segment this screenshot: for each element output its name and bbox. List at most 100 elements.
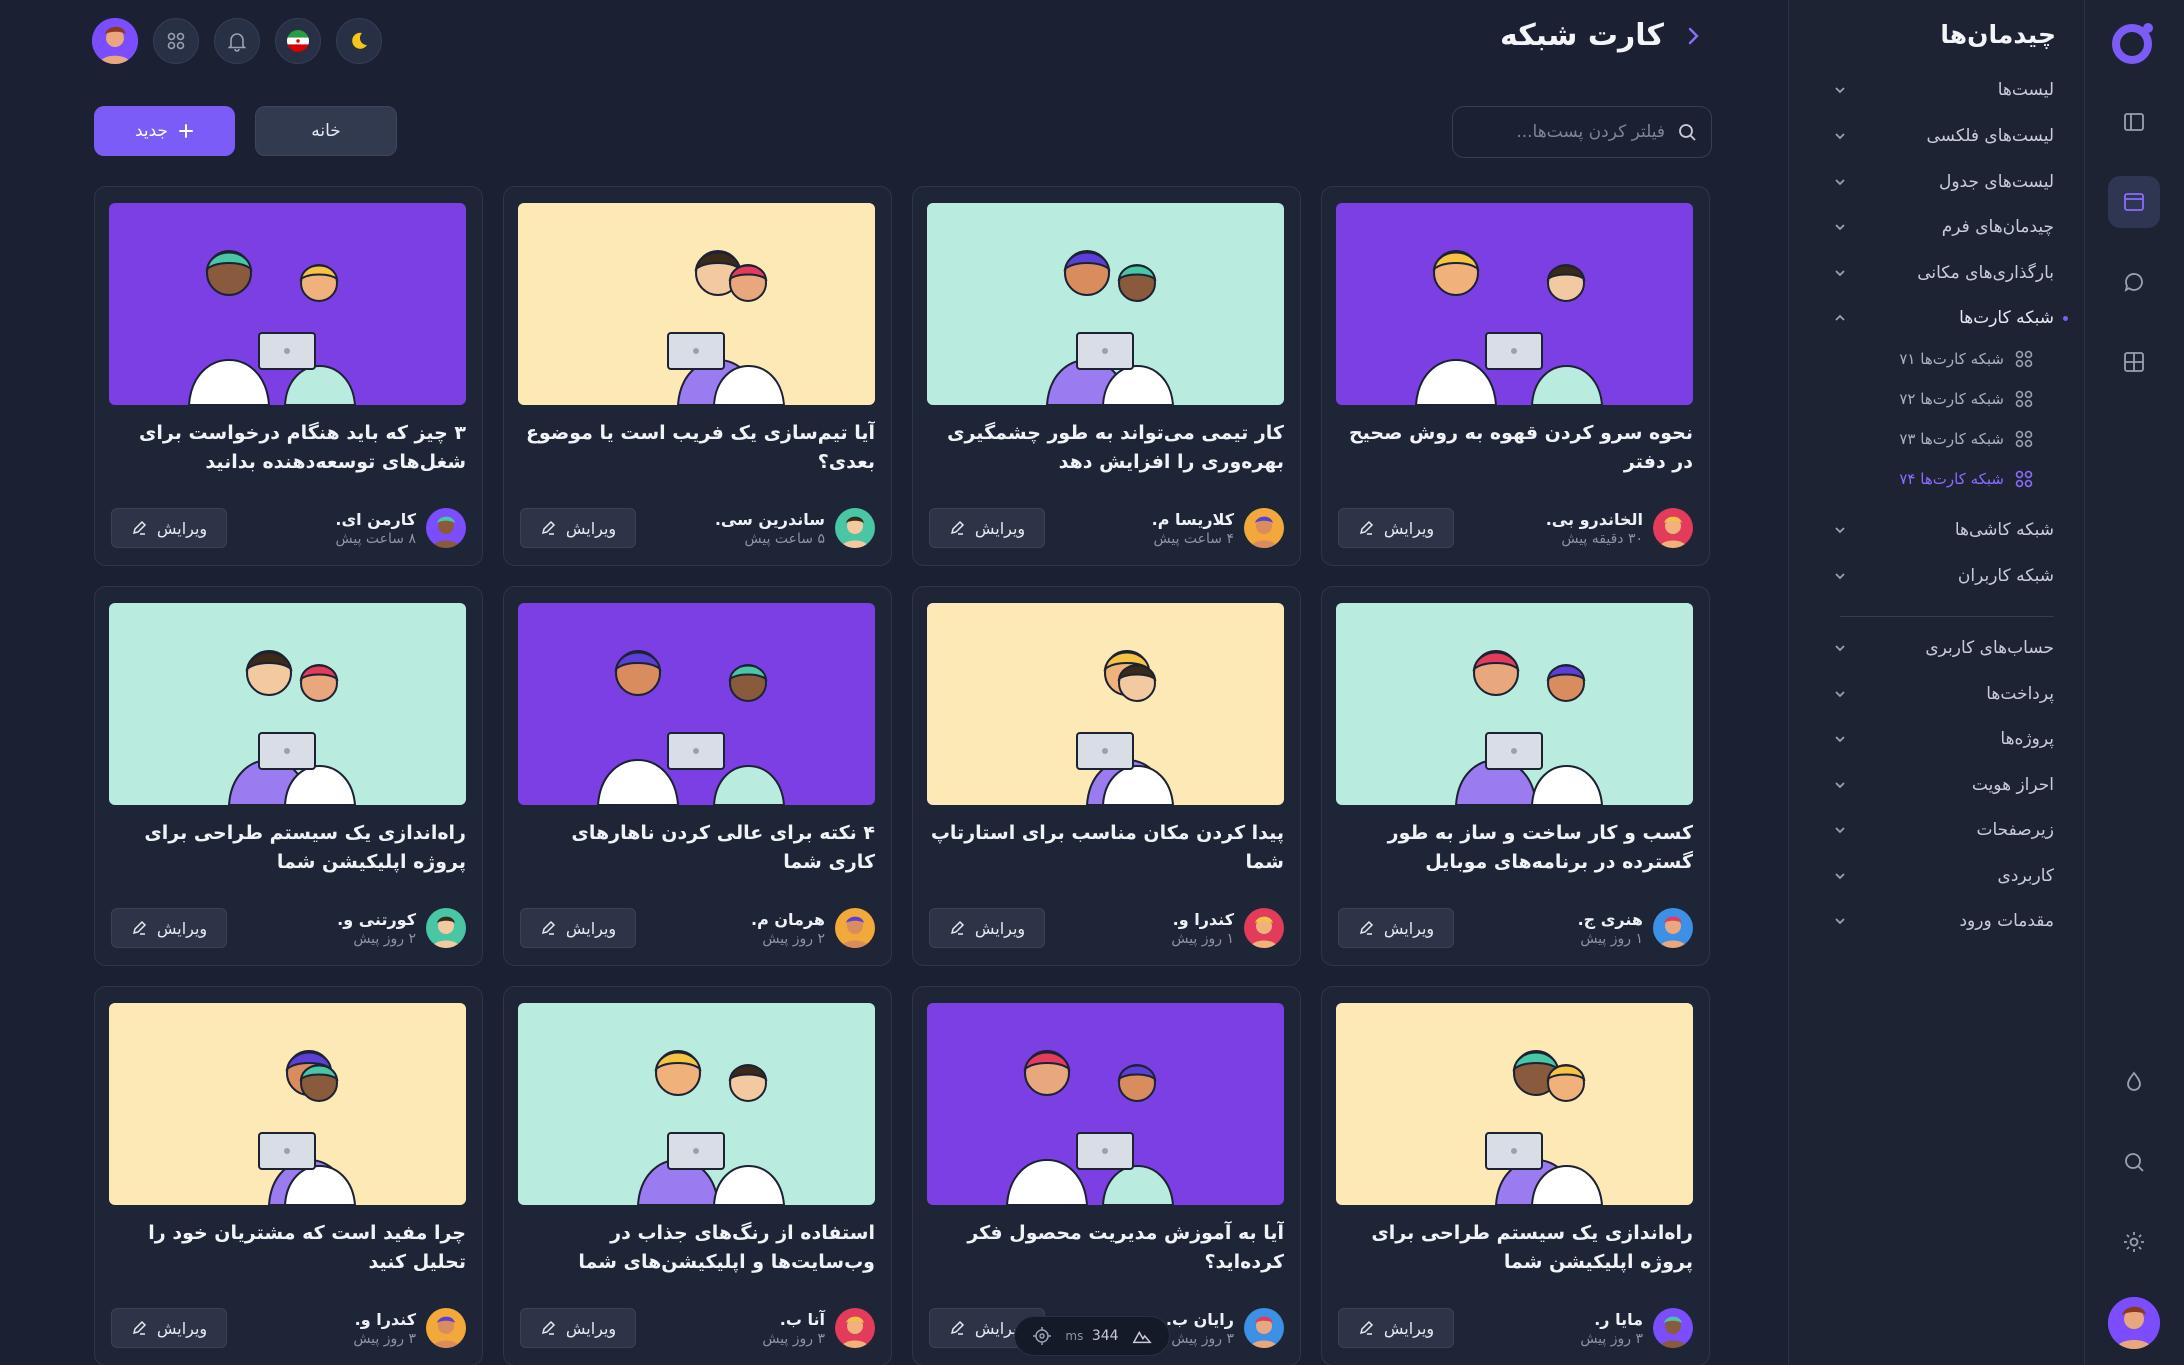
post-title[interactable]: ۳ چیز که باید هنگام درخواست برای شغل‌های…	[111, 419, 466, 477]
edit-button[interactable]: ویرایش	[1338, 1308, 1454, 1348]
post-time: ۱ روز پیش	[1580, 930, 1643, 947]
avatar[interactable]	[1653, 908, 1693, 948]
avatar[interactable]	[1244, 1308, 1284, 1348]
bell-icon[interactable]	[214, 18, 260, 64]
sub-item-card-grid-2[interactable]: شبکه کارت‌ها ۷۲	[1899, 382, 2034, 416]
menu-item-projects[interactable]: پروژه‌ها	[1832, 719, 2054, 759]
home-button[interactable]: خانه	[255, 106, 397, 156]
settings-gear-icon[interactable]	[2108, 1216, 2160, 1268]
sub-item-card-grid-1[interactable]: شبکه کارت‌ها ۷۱	[1899, 342, 2034, 376]
menu-item-card-grid[interactable]: شبکه کارت‌ها	[1832, 298, 2068, 338]
edit-button[interactable]: ویرایش	[929, 508, 1045, 548]
edit-button[interactable]: ویرایش	[111, 508, 227, 548]
flag-iran-icon[interactable]	[275, 18, 321, 64]
post-title[interactable]: کسب و کار ساخت و ساز به طور گسترده در بر…	[1338, 819, 1693, 877]
edit-button[interactable]: ویرایش	[520, 508, 636, 548]
post-title[interactable]: پیدا کردن مکان مناسب برای استارتاپ شما	[929, 819, 1284, 877]
menu-item-utility[interactable]: کاربردی	[1832, 856, 2054, 896]
avatar[interactable]	[92, 18, 138, 64]
sub-item-card-grid-3[interactable]: شبکه کارت‌ها ۷۳	[1899, 422, 2034, 456]
post-card[interactable]: آیا به آموزش مدیریت محصول فکر کرده‌اید؟ …	[912, 986, 1301, 1365]
post-title[interactable]: راه‌اندازی یک سیستم طراحی برای پروژه اپل…	[111, 819, 466, 877]
edit-button[interactable]: ویرایش	[111, 908, 227, 948]
app-logo-icon[interactable]	[2110, 18, 2158, 66]
post-title[interactable]: آیا به آموزش مدیریت محصول فکر کرده‌اید؟	[929, 1219, 1284, 1277]
menu-item-lists[interactable]: لیست‌ها	[1832, 70, 2054, 110]
avatar[interactable]	[1244, 908, 1284, 948]
post-card[interactable]: کسب و کار ساخت و ساز به طور گسترده در بر…	[1321, 586, 1710, 966]
search-icon[interactable]	[2108, 1136, 2160, 1188]
chat-icon[interactable]	[2108, 256, 2160, 308]
new-button[interactable]: جدید	[94, 106, 235, 156]
post-author: کلاریسا م. ۴ ساعت پیش	[1152, 508, 1284, 548]
pencil-icon	[541, 520, 555, 535]
menu-item-flex-lists[interactable]: لیست‌های فلکسی	[1832, 116, 2054, 156]
menu-item-payments[interactable]: پرداخت‌ها	[1832, 674, 2054, 714]
post-title[interactable]: کار تیمی می‌تواند به طور چشمگیری بهره‌ور…	[929, 419, 1284, 477]
moon-icon[interactable]	[336, 18, 382, 64]
post-title[interactable]: ۴ نکته برای عالی کردن ناهارهای کاری شما	[520, 819, 875, 877]
sidebar-toggle-icon[interactable]	[2108, 96, 2160, 148]
post-title[interactable]: آیا تیم‌سازی یک فریب است یا موضوع بعدی؟	[520, 419, 875, 477]
search-input[interactable]	[1475, 122, 1665, 142]
post-card[interactable]: پیدا کردن مکان مناسب برای استارتاپ شما ک…	[912, 586, 1301, 966]
menu-item-subpages[interactable]: زیرصفحات	[1832, 810, 2054, 850]
menu-item-user-grid[interactable]: شبکه کاربران	[1832, 556, 2054, 596]
menu-item-table-lists[interactable]: لیست‌های جدول	[1832, 162, 2054, 202]
sub-item-card-grid-4[interactable]: شبکه کارت‌ها ۷۴	[1899, 462, 2034, 496]
edit-button[interactable]: ویرایش	[929, 908, 1045, 948]
avatar[interactable]	[1653, 508, 1693, 548]
menu-item-form-layouts[interactable]: چیدمان‌های فرم	[1832, 207, 2054, 247]
chevron-down-icon	[1835, 224, 1845, 231]
post-card[interactable]: چرا مفید است که مشتریان خود را تحلیل کنی…	[94, 986, 483, 1365]
edit-button[interactable]: ویرایش	[1338, 508, 1454, 548]
target-icon[interactable]	[1032, 1326, 1052, 1346]
avatar[interactable]	[1653, 1308, 1693, 1348]
avatar[interactable]	[835, 1308, 875, 1348]
grid-icon[interactable]	[2108, 336, 2160, 388]
active-dot	[2063, 315, 2068, 321]
menu-item-auth[interactable]: احراز هویت	[1832, 765, 2054, 805]
chevron-down-icon	[1835, 87, 1845, 94]
edit-button[interactable]: ویرایش	[520, 908, 636, 948]
post-title[interactable]: استفاده از رنگ‌های جذاب در وب‌سایت‌ها و …	[520, 1219, 875, 1277]
post-card[interactable]: کار تیمی می‌تواند به طور چشمگیری بهره‌ور…	[912, 186, 1301, 566]
post-title[interactable]: چرا مفید است که مشتریان خود را تحلیل کنی…	[111, 1219, 466, 1277]
avatar[interactable]	[1244, 508, 1284, 548]
post-author: ساندرین سی. ۵ ساعت پیش	[715, 508, 875, 548]
nuxt-logo-icon[interactable]	[1132, 1326, 1152, 1346]
menu-item-placeholder-loads[interactable]: بارگذاری‌های مکانی	[1832, 253, 2054, 293]
post-card[interactable]: نحوه سرو کردن قهوه به روش صحیح در دفتر ا…	[1321, 186, 1710, 566]
menu-item-onboarding[interactable]: مقدمات ورود	[1832, 901, 2054, 941]
post-card[interactable]: راه‌اندازی یک سیستم طراحی برای پروژه اپل…	[94, 586, 483, 966]
post-author: هرمان م. ۲ روز پیش	[751, 908, 875, 948]
avatar[interactable]	[835, 508, 875, 548]
edit-button[interactable]: ویرایش	[1338, 908, 1454, 948]
edit-button[interactable]: ویرایش	[520, 1308, 636, 1348]
render-time: ms 344	[1065, 1328, 1119, 1344]
post-card[interactable]: ۴ نکته برای عالی کردن ناهارهای کاری شما …	[503, 586, 892, 966]
post-card[interactable]: راه‌اندازی یک سیستم طراحی برای پروژه اپل…	[1321, 986, 1710, 1365]
menu-item-tile-grid[interactable]: شبکه کاشی‌ها	[1832, 510, 2054, 550]
card-grid: نحوه سرو کردن قهوه به روش صحیح در دفتر ا…	[94, 186, 1710, 1365]
post-card[interactable]: استفاده از رنگ‌های جذاب در وب‌سایت‌ها و …	[503, 986, 892, 1365]
layouts-icon[interactable]	[2108, 176, 2160, 228]
avatar[interactable]	[426, 908, 466, 948]
grid-dots-icon	[2015, 470, 2033, 488]
chevron-down-icon	[1835, 918, 1845, 925]
search-box[interactable]	[1452, 106, 1712, 158]
drop-icon[interactable]	[2108, 1056, 2160, 1108]
avatar[interactable]	[426, 1308, 466, 1348]
dev-toolbar[interactable]: ms 344	[1014, 1316, 1170, 1356]
post-card[interactable]: ۳ چیز که باید هنگام درخواست برای شغل‌های…	[94, 186, 483, 566]
avatar[interactable]	[426, 508, 466, 548]
post-card[interactable]: آیا تیم‌سازی یک فریب است یا موضوع بعدی؟ …	[503, 186, 892, 566]
apps-grid-icon[interactable]	[153, 18, 199, 64]
edit-button[interactable]: ویرایش	[111, 1308, 227, 1348]
menu-item-accounts[interactable]: حساب‌های کاربری	[1832, 628, 2054, 668]
post-title[interactable]: راه‌اندازی یک سیستم طراحی برای پروژه اپل…	[1338, 1219, 1693, 1277]
avatar[interactable]	[835, 908, 875, 948]
post-title[interactable]: نحوه سرو کردن قهوه به روش صحیح در دفتر	[1338, 419, 1693, 477]
chevron-right-icon[interactable]	[1682, 25, 1704, 47]
avatar[interactable]	[2108, 1297, 2160, 1349]
